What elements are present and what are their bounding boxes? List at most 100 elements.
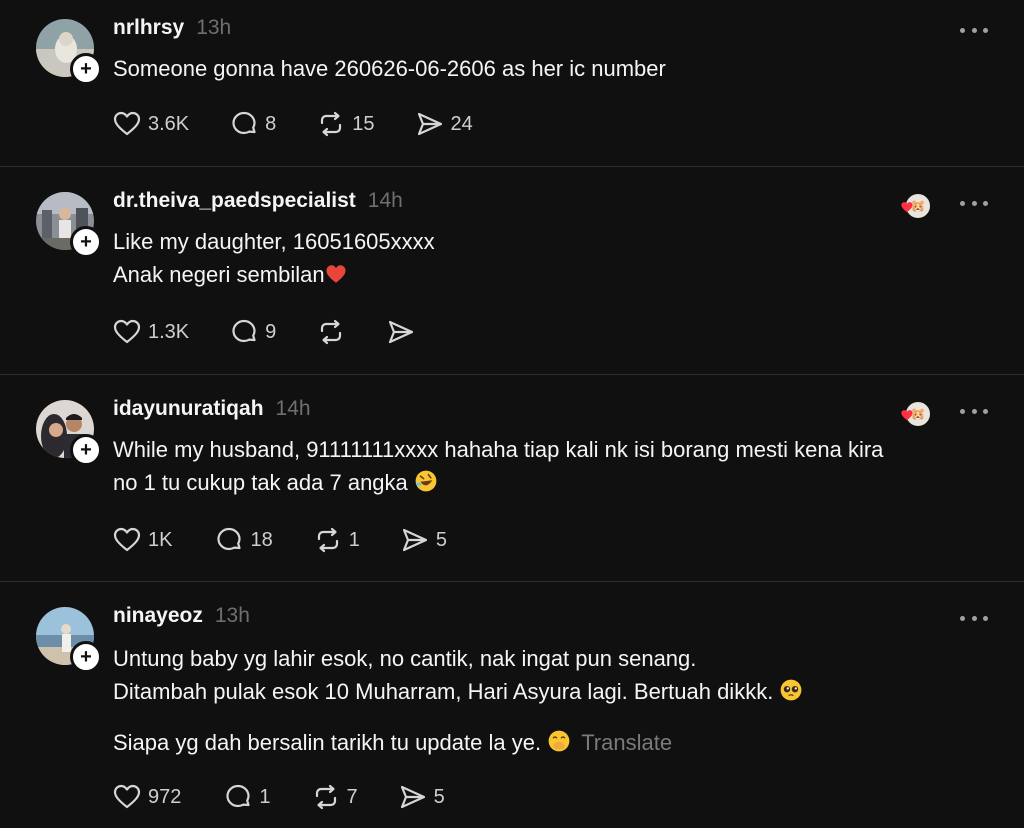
post-text-line: no 1 tu cukup tak ada 7 angka <box>113 466 984 499</box>
post-text-line: Someone gonna have 260626-06-2606 as her… <box>113 56 666 81</box>
post-header: dr.theiva_paedspecialist 14h <box>113 189 403 213</box>
post-text: Someone gonna have 260626-06-2606 as her… <box>113 52 984 85</box>
repost-count: 1 <box>348 528 360 551</box>
reply-count: 8 <box>265 112 277 135</box>
send-icon <box>402 528 427 552</box>
repost-count: 15 <box>352 112 375 135</box>
share-button[interactable] <box>386 317 416 347</box>
heart-icon <box>113 319 141 344</box>
avatar-wrap[interactable]: + <box>36 192 102 258</box>
action-bar: 3.6K 8 15 24 <box>112 109 513 139</box>
threads-feed: + nrlhrsy 13h Someone gonna have 260626-… <box>0 0 1024 828</box>
repost-button[interactable]: 1 <box>313 525 360 555</box>
timestamp: 13h <box>214 604 250 627</box>
post-header: idayunuratiqah 14h <box>113 397 311 421</box>
comment-icon <box>232 319 256 343</box>
share-button[interactable]: 5 <box>400 525 447 555</box>
like-button[interactable]: 1K <box>112 525 172 555</box>
rolling-laughing-emoji <box>415 470 437 492</box>
heart-icon <box>113 111 141 136</box>
post-text-content: no 1 tu cukup tak ada 7 angka <box>113 470 408 495</box>
follow-plus-icon[interactable]: + <box>70 641 102 673</box>
follow-plus-icon[interactable]: + <box>70 226 102 258</box>
reply-button[interactable]: 8 <box>229 109 276 139</box>
heart-icon <box>113 527 141 552</box>
username[interactable]: ninayeoz <box>113 604 203 628</box>
comment-icon <box>217 527 242 551</box>
send-icon <box>389 320 414 344</box>
repost-icon <box>321 111 342 137</box>
comment-icon <box>232 111 256 135</box>
repost-icon <box>317 527 338 553</box>
post-text-content: Siapa yg dah bersalin tarikh tu update l… <box>113 730 542 755</box>
post-text-line: Siapa yg dah bersalin tarikh tu update l… <box>113 726 984 759</box>
post-text-content: Anak negeri sembilan <box>113 262 325 287</box>
share-button[interactable]: 5 <box>398 782 445 812</box>
action-bar: 972 1 7 5 <box>112 782 485 812</box>
more-dots-icon[interactable] <box>960 407 988 415</box>
avatar-wrap[interactable]: + <box>36 400 102 466</box>
username[interactable]: nrlhrsy <box>113 16 184 40</box>
reply-count: 1 <box>259 785 271 808</box>
post-text-content: Ditambah pulak esok 10 Muharram, Hari As… <box>113 679 774 704</box>
send-icon <box>400 785 425 809</box>
face-with-hand-over-mouth-emoji <box>548 730 570 752</box>
heart-icon <box>113 784 141 809</box>
avatar-wrap[interactable]: + <box>36 19 102 85</box>
post-text-line: Ditambah pulak esok 10 Muharram, Hari As… <box>113 675 984 708</box>
reply-count: 18 <box>250 528 273 551</box>
comment-icon <box>226 784 250 808</box>
timestamp: 14h <box>275 397 311 420</box>
avatar-wrap[interactable]: + <box>36 607 102 673</box>
repost-icon <box>315 784 336 810</box>
timestamp: 14h <box>367 189 403 212</box>
post-2[interactable]: + dr.theiva_paedspecialist 14h 🐹 Like my… <box>0 167 1024 374</box>
like-count: 3.6K <box>148 112 190 135</box>
follow-plus-icon[interactable]: + <box>70 53 102 85</box>
like-count: 1K <box>148 528 173 551</box>
more-dots-icon[interactable] <box>960 614 988 622</box>
more-dots-icon[interactable] <box>960 199 988 207</box>
red-heart-emoji <box>326 265 346 283</box>
translate-link[interactable]: Translate <box>581 730 672 755</box>
post-text-line: Untung baby yg lahir esok, no cantik, na… <box>113 646 697 671</box>
liked-by-author-avatar: 🐹 <box>901 400 932 428</box>
post-text-line: Like my daughter, 16051605xxxx <box>113 229 435 254</box>
post-header: nrlhrsy 13h <box>113 16 231 40</box>
repost-button[interactable] <box>316 317 346 347</box>
repost-button[interactable]: 15 <box>316 109 375 139</box>
like-button[interactable]: 1.3K <box>112 317 189 347</box>
post-text: Like my daughter, 16051605xxxx Anak nege… <box>113 225 984 291</box>
timestamp: 13h <box>196 16 232 39</box>
post-header: ninayeoz 13h <box>113 604 250 628</box>
share-button[interactable]: 24 <box>415 109 473 139</box>
post-text-line: While my husband, 91111111xxxx hahaha ti… <box>113 437 884 462</box>
share-count: 24 <box>450 112 473 135</box>
like-count: 972 <box>148 785 182 808</box>
post-text: Untung baby yg lahir esok, no cantik, na… <box>113 642 984 759</box>
repost-icon <box>321 319 342 345</box>
liked-by-author-avatar: 🐹 <box>901 192 932 220</box>
heart-icon <box>901 202 913 213</box>
more-dots-icon[interactable] <box>960 26 988 34</box>
post-4[interactable]: + ninayeoz 13h Untung baby yg lahir esok… <box>0 582 1024 828</box>
share-count: 5 <box>435 528 447 551</box>
reply-button[interactable]: 1 <box>223 782 271 812</box>
like-button[interactable]: 972 <box>112 782 181 812</box>
repost-button[interactable]: 7 <box>311 782 358 812</box>
username[interactable]: idayunuratiqah <box>113 397 264 421</box>
pleading-face-emoji <box>781 679 802 701</box>
action-bar: 1.3K 9 <box>112 317 456 347</box>
action-bar: 1K 18 1 5 <box>112 525 487 555</box>
username[interactable]: dr.theiva_paedspecialist <box>113 189 356 213</box>
follow-plus-icon[interactable]: + <box>70 434 102 466</box>
post-1[interactable]: + nrlhrsy 13h Someone gonna have 260626-… <box>0 0 1024 166</box>
heart-icon <box>901 410 913 421</box>
post-3[interactable]: + idayunuratiqah 14h 🐹 While my husband,… <box>0 375 1024 581</box>
reply-button[interactable]: 18 <box>214 525 273 555</box>
post-text-line: Anak negeri sembilan <box>113 258 984 291</box>
like-count: 1.3K <box>148 320 190 343</box>
reply-button[interactable]: 9 <box>229 317 276 347</box>
like-button[interactable]: 3.6K <box>112 109 189 139</box>
